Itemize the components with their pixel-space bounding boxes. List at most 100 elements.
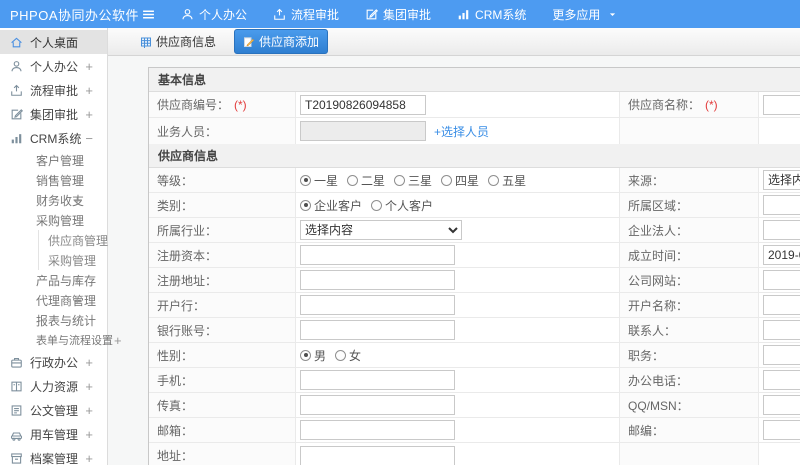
required-marker: (*)	[705, 97, 718, 112]
sidebar-item-admin-office[interactable]: 行政办公 +	[0, 350, 107, 374]
registered-address-input[interactable]	[300, 270, 455, 290]
sidebar-item-supplier-mgmt[interactable]: 供应商管理	[38, 230, 108, 250]
sidebar-item-form-flow-settings[interactable]: 表单与流程设置 +	[0, 330, 122, 350]
position-input[interactable]	[763, 345, 800, 365]
sidebar-item-finance-inout[interactable]: 财务收支 +	[0, 190, 107, 210]
region-input[interactable]	[763, 195, 800, 215]
fax-input[interactable]	[300, 395, 455, 415]
qq-msn-input[interactable]	[763, 395, 800, 415]
level-radio-3[interactable]: 四星	[441, 172, 479, 189]
expand-toggle-icon[interactable]: +	[85, 59, 93, 74]
sidebar-item-purchase-mgmt[interactable]: 采购管理 −	[0, 210, 107, 230]
tab-supplier-add[interactable]: 供应商添加	[234, 29, 329, 54]
business-person-select-link[interactable]: +选择人员	[434, 123, 489, 140]
sidebar-item-label: 个人桌面	[30, 35, 79, 50]
expand-toggle-icon[interactable]: +	[85, 83, 93, 98]
expand-toggle-icon[interactable]: +	[85, 451, 93, 465]
sidebar-item-vehicle-mgmt[interactable]: 用车管理 +	[0, 422, 107, 446]
website-input[interactable]	[763, 270, 800, 290]
sidebar-item-personal-office[interactable]: 个人办公 +	[0, 54, 107, 78]
expand-toggle-icon[interactable]: +	[85, 107, 93, 122]
sidebar-item-product-stock[interactable]: 产品与库存 +	[0, 270, 107, 290]
zip-code-input[interactable]	[763, 420, 800, 440]
gender-radio-0[interactable]: 男	[300, 347, 326, 364]
expand-toggle-icon[interactable]: +	[73, 293, 81, 308]
field-label: 传真：	[157, 398, 194, 413]
address-input[interactable]	[300, 445, 455, 465]
nav-label: 流程审批	[291, 7, 340, 22]
source-select[interactable]: 选择内容	[763, 170, 800, 190]
legal-person-input[interactable]	[763, 220, 800, 240]
sidebar-item-group-approval[interactable]: 集团审批 +	[0, 102, 107, 126]
edit-icon	[11, 108, 23, 119]
archive-icon	[11, 452, 22, 464]
expand-toggle-icon[interactable]: +	[85, 403, 93, 418]
expand-toggle-icon[interactable]: −	[85, 131, 93, 146]
nav-more-apps[interactable]: 更多应用	[552, 6, 617, 23]
gender-radio-1[interactable]: 女	[335, 347, 361, 364]
main-layout: 个人桌面个人办公 + 流程审批 + 集团审批 + CRM系统 − 客户管理 + 销售管理 + 财务收支 +…	[0, 28, 800, 465]
hamburger-button[interactable]	[142, 8, 155, 21]
radio-label: 二星	[361, 173, 386, 188]
required-marker: (*)	[234, 97, 247, 112]
account-name-input[interactable]	[763, 295, 800, 315]
office-phone-input[interactable]	[763, 370, 800, 390]
sidebar-item-crm-system[interactable]: CRM系统 −	[0, 126, 107, 150]
sidebar-item-archive-mgmt[interactable]: 档案管理 +	[0, 446, 107, 465]
sidebar-item-sales-mgmt[interactable]: 销售管理 +	[0, 170, 107, 190]
level-radio-2[interactable]: 三星	[394, 172, 432, 189]
supplier-code-input[interactable]	[300, 94, 426, 115]
expand-toggle-icon[interactable]: +	[73, 173, 81, 188]
sidebar-item-agent-mgmt[interactable]: 代理商管理 +	[0, 290, 107, 310]
expand-toggle-icon[interactable]: +	[73, 153, 81, 168]
business-person-input[interactable]	[300, 121, 426, 141]
level-radio-1[interactable]: 二星	[347, 172, 385, 189]
field-label: 来源：	[628, 173, 665, 188]
email-input[interactable]	[300, 420, 455, 440]
category-radio-1[interactable]: 个人客户	[371, 197, 433, 214]
nav-personal-office[interactable]: 个人办公	[181, 6, 247, 23]
sidebar-item-personal-desktop[interactable]: 个人桌面	[0, 30, 107, 54]
contact-person-input[interactable]	[763, 320, 800, 340]
field-label: 供应商名称：	[628, 98, 701, 112]
category-radio-0[interactable]: 企业客户	[300, 197, 362, 214]
bank-branch-input[interactable]	[300, 295, 455, 315]
sidebar-item-workflow-approval[interactable]: 流程审批 +	[0, 78, 107, 102]
radio-icon	[335, 349, 347, 361]
nav-group-approval[interactable]: 集团审批	[365, 6, 431, 23]
expand-toggle-icon[interactable]: +	[114, 333, 122, 348]
expand-toggle-icon[interactable]: +	[85, 427, 93, 442]
expand-toggle-icon[interactable]: +	[85, 355, 93, 370]
industry-select[interactable]: 选择内容	[300, 220, 462, 240]
bank-account-input[interactable]	[300, 320, 455, 340]
sidebar-item-human-resources[interactable]: 人力资源 +	[0, 374, 107, 398]
sidebar-item-label: 行政办公	[30, 355, 79, 370]
expand-toggle-icon[interactable]: −	[73, 213, 81, 228]
level-radio-0[interactable]: 一星	[300, 172, 338, 189]
radio-label: 三星	[408, 173, 433, 188]
expand-toggle-icon[interactable]: +	[73, 273, 81, 288]
sidebar-item-reports-stats[interactable]: 报表与统计	[0, 310, 107, 330]
expand-toggle-icon[interactable]: +	[85, 379, 93, 394]
radio-icon	[441, 174, 453, 186]
field-label: 开户名称：	[628, 298, 689, 313]
supplier-name-input[interactable]	[763, 94, 800, 115]
level-radio-4[interactable]: 五星	[488, 172, 526, 189]
sidebar-item-customer-mgmt[interactable]: 客户管理 +	[0, 150, 107, 170]
sidebar-item-document-mgmt[interactable]: 公文管理 +	[0, 398, 107, 422]
expand-toggle-icon[interactable]: +	[73, 193, 81, 208]
nav-crm-system[interactable]: CRM系统	[457, 6, 526, 23]
nav-workflow-approval[interactable]: 流程审批	[273, 6, 339, 23]
radio-icon	[300, 174, 311, 186]
founded-date-input[interactable]	[763, 245, 800, 265]
doc-icon	[11, 404, 22, 416]
supplier-add-form: 基本信息供应商编号： (*) 供应商名称： (*) 业务人员： +选择人员供应商信息等级：…	[148, 67, 800, 465]
registered-capital-input[interactable]	[300, 245, 455, 265]
form-row: 注册地址： 公司网站：	[149, 268, 800, 293]
sidebar-item-purchasing[interactable]: 采购管理	[38, 250, 107, 270]
field-label: 注册地址：	[157, 273, 218, 288]
form-row: 地址：	[149, 443, 800, 465]
tab-label: 供应商添加	[259, 35, 320, 49]
tab-supplier-info[interactable]: 供应商信息	[132, 30, 224, 53]
mobile-input[interactable]	[300, 370, 455, 390]
